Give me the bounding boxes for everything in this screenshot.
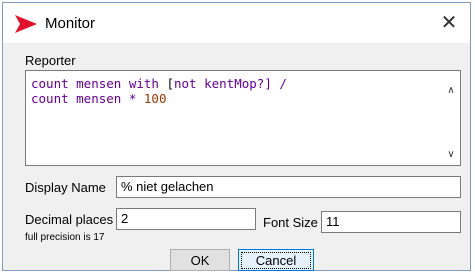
reporter-label: Reporter <box>25 53 76 68</box>
cancel-button-label: Cancel <box>240 251 312 269</box>
code-token: ] / <box>264 76 287 91</box>
precision-note: full precision is 17 <box>25 232 105 243</box>
code-token: 100 <box>143 91 167 106</box>
monitor-dialog: Monitor ✕ Reporter count mensen with [no… <box>2 2 471 271</box>
ok-button[interactable]: OK <box>170 249 230 271</box>
code-token: * <box>121 91 144 106</box>
decimal-places-input[interactable]: 2 <box>116 208 256 230</box>
close-icon: ✕ <box>440 10 458 34</box>
scroll-up-icon[interactable]: ∧ <box>444 83 458 97</box>
scroll-down-icon[interactable]: ∨ <box>444 147 458 161</box>
code-token: count mensen <box>31 91 122 106</box>
ok-button-label: OK <box>190 252 210 268</box>
close-button[interactable]: ✕ <box>438 10 460 34</box>
reporter-editor[interactable]: count mensen with [not kentMop?] / count… <box>25 70 461 166</box>
decimal-places-label: Decimal places <box>25 212 114 227</box>
font-size-label: Font Size <box>263 215 318 230</box>
title-bar: Monitor ✕ <box>3 3 470 43</box>
code-token: [ <box>158 76 174 91</box>
display-name-label: Display Name <box>25 180 106 195</box>
code-token: count mensen with <box>31 76 159 91</box>
code-token: not kentMop? <box>174 76 265 91</box>
reporter-code[interactable]: count mensen with [not kentMop?] / count… <box>31 76 440 106</box>
netlogo-arrow-icon <box>15 15 37 33</box>
font-size-input[interactable]: 11 <box>321 211 461 233</box>
display-name-input[interactable]: % niet gelachen <box>116 176 461 198</box>
cancel-button[interactable]: Cancel <box>238 249 314 271</box>
window-title: Monitor <box>45 15 96 32</box>
